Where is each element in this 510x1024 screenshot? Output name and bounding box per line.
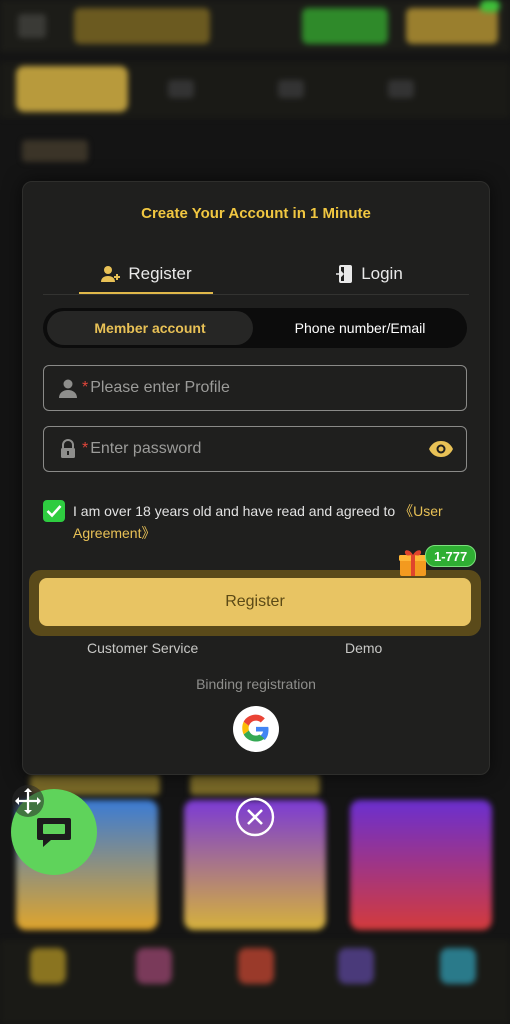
close-icon [235,797,275,837]
required-mark: * [82,440,89,457]
bg-game-card [350,800,492,930]
bg-tab-active [16,66,128,112]
agreement-text: I am over 18 years old and have read and… [73,500,469,544]
bg-nav-icon [30,948,66,984]
member-account-option[interactable]: Member account [47,311,253,345]
tab-active-indicator [79,292,213,294]
register-modal: Create Your Account in 1 Minute Register… [22,181,490,775]
bg-nav-icon [136,948,172,984]
tab-register-label: Register [128,264,192,283]
google-icon [242,714,269,742]
required-mark: * [82,379,89,396]
bg-logo [74,8,210,44]
add-user-icon [100,264,122,284]
bg-tab [168,80,194,98]
agreement-row: I am over 18 years old and have read and… [43,500,469,544]
tab-login[interactable]: Login [289,254,449,294]
account-type-switch: Member account Phone number/Email [43,308,467,348]
bg-strip [190,775,320,795]
password-input[interactable] [90,440,466,458]
checkmark-icon [46,505,62,518]
profile-field[interactable]: * [43,365,467,411]
modal-title: Create Your Account in 1 Minute [141,205,371,222]
bg-nav-icon [440,948,476,984]
bonus-badge: 1-777 [425,545,477,567]
binding-registration-label: Binding registration [196,676,316,692]
bg-nav-icon [238,948,274,984]
eye-icon[interactable] [428,437,454,461]
bg-badge [480,0,500,12]
agreement-checkbox[interactable] [43,500,65,522]
profile-input[interactable] [90,379,466,397]
tab-login-label: Login [361,264,403,283]
bg-nav-icon [338,948,374,984]
gift-icon [397,546,429,583]
lock-icon [58,439,78,459]
bg-tab [278,80,304,98]
password-field[interactable]: * [43,426,467,472]
move-drag-icon[interactable] [10,783,46,819]
tab-register[interactable]: Register [79,254,213,294]
google-login-button[interactable] [233,706,279,752]
user-icon [58,378,78,398]
bg-tab [388,80,414,98]
agreement-label: I am over 18 years old and have read and… [73,503,400,519]
bg-breadcrumb [22,140,88,162]
register-button[interactable]: Register [39,578,471,626]
bg-register-button [406,8,498,44]
door-login-icon [335,264,355,284]
phone-email-option[interactable]: Phone number/Email [257,308,463,348]
tab-divider [43,294,469,295]
demo-link[interactable]: Demo [345,640,382,656]
close-button[interactable] [235,797,275,837]
bg-login-button [302,8,388,44]
customer-service-link[interactable]: Customer Service [87,640,198,656]
bg-menu-icon [18,14,46,38]
